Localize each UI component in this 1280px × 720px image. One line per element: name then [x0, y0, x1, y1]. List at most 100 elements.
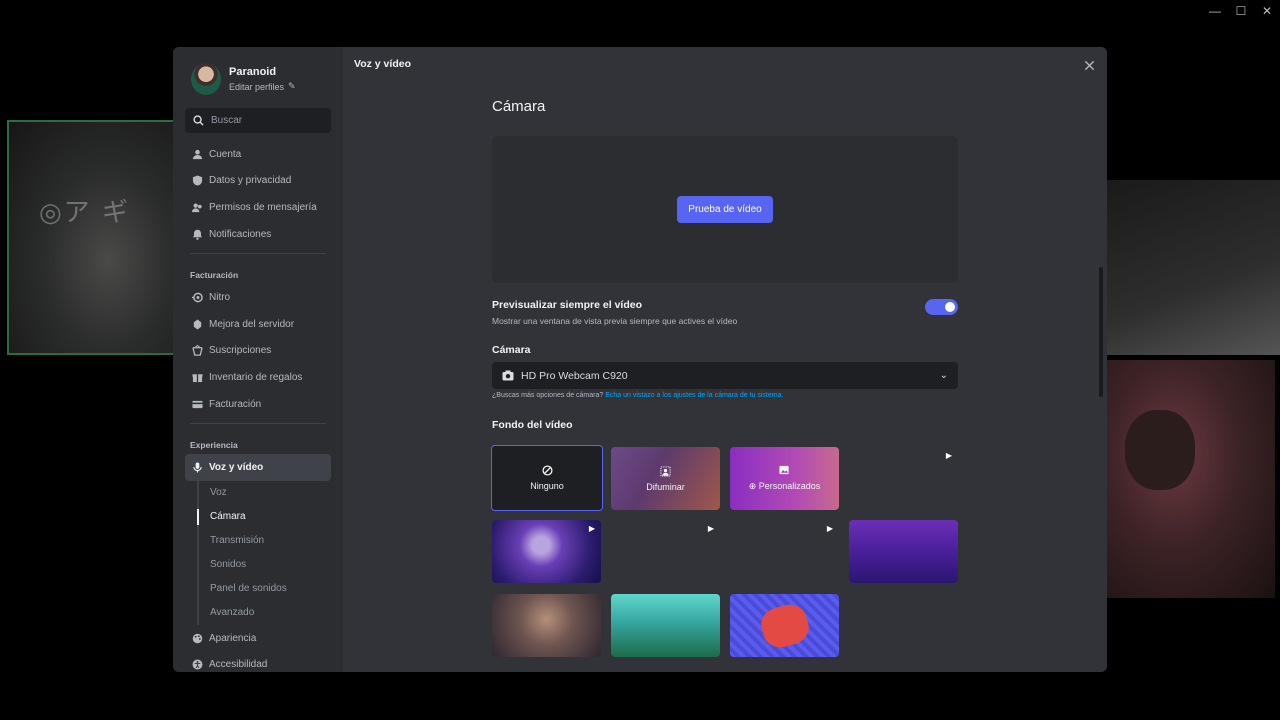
- sidebar-item-label: Accesibilidad: [209, 659, 268, 671]
- bg-option-island[interactable]: [611, 594, 720, 657]
- none-icon: [541, 465, 553, 476]
- minimize-icon[interactable]: —: [1202, 0, 1228, 22]
- sub-item-sonidos[interactable]: Sonidos: [199, 553, 331, 577]
- divider: [190, 253, 326, 255]
- pattern-graphic: [757, 600, 812, 651]
- nitro-icon: [191, 292, 203, 304]
- video-background-label: Fondo del vídeo: [492, 419, 573, 431]
- settings-window: Paranoid Editar perfiles ✎ Buscar Cuenta…: [173, 47, 1107, 672]
- experience-header: Experiencia: [190, 440, 238, 451]
- sidebar-item-facturacion[interactable]: Facturación: [185, 391, 331, 418]
- sub-item-avanzado[interactable]: Avanzado: [199, 601, 331, 625]
- os-window-controls: — ☐ ✕: [1202, 0, 1280, 22]
- maximize-icon[interactable]: ☐: [1228, 0, 1254, 22]
- search-placeholder: Buscar: [211, 115, 243, 126]
- play-icon: ▶: [588, 524, 595, 533]
- camera-hint-text: ¿Buscas más opciones de cámara?: [492, 392, 604, 399]
- user-icon: [191, 148, 203, 160]
- user-profile[interactable]: Paranoid Editar perfiles ✎: [191, 63, 296, 95]
- add-image-icon: [779, 465, 789, 475]
- camera-select[interactable]: HD Pro Webcam C920 ⌄: [492, 362, 958, 389]
- sidebar-item-permisos[interactable]: Permisos de mensajería: [185, 194, 331, 221]
- sidebar-item-label: Notificaciones: [209, 228, 272, 240]
- close-button[interactable]: [1081, 57, 1097, 73]
- blur-icon: [660, 465, 671, 477]
- sidebar-item-nitro[interactable]: Nitro: [185, 284, 331, 311]
- sidebar-item-label: Voz y vídeo: [209, 462, 264, 474]
- webcam-feed-left: ◎ア ギ: [7, 120, 177, 355]
- sub-item-panel-sonidos[interactable]: Panel de sonidos: [199, 577, 331, 601]
- bg-option-animated[interactable]: ▶: [849, 447, 958, 510]
- always-preview-label: Previsualizar siempre el vídeo: [492, 299, 642, 311]
- bg-option-animated[interactable]: ▶: [730, 520, 839, 583]
- bg-option-city[interactable]: [849, 520, 958, 583]
- sidebar-item-label: Apariencia: [209, 632, 257, 644]
- webcam-feed-right-top: [1105, 180, 1280, 355]
- sidebar-item-privacidad[interactable]: Datos y privacidad: [185, 168, 331, 195]
- always-preview-toggle[interactable]: [925, 299, 958, 315]
- bg-option-label: Ninguno: [530, 481, 564, 491]
- pencil-icon: ✎: [288, 81, 296, 91]
- section-title: Cámara: [492, 98, 546, 115]
- sidebar-item-inventario[interactable]: Inventario de regalos: [185, 364, 331, 391]
- sidebar-item-accesibilidad[interactable]: Accesibilidad: [185, 652, 331, 672]
- play-icon: ▶: [826, 524, 833, 533]
- bg-option-animated[interactable]: ▶: [611, 520, 720, 583]
- sidebar-item-apariencia[interactable]: Apariencia: [185, 625, 331, 652]
- sidebar-item-label: Cuenta: [209, 148, 242, 160]
- sub-item-transmision[interactable]: Transmisión: [199, 529, 331, 553]
- sidebar-item-notificaciones[interactable]: Notificaciones: [185, 221, 331, 248]
- divider: [190, 423, 326, 425]
- microphone-icon: [191, 462, 203, 474]
- bg-option-pattern[interactable]: [730, 594, 839, 657]
- bg-option-label: Difuminar: [646, 481, 685, 492]
- bg-option-custom[interactable]: ⊕ Personalizados: [730, 447, 839, 510]
- close-window-icon[interactable]: ✕: [1254, 0, 1280, 22]
- sidebar-item-mejora-servidor[interactable]: Mejora del servidor: [185, 311, 331, 338]
- scrollbar[interactable]: [1099, 267, 1103, 397]
- sub-item-voz[interactable]: Voz: [199, 481, 331, 505]
- always-preview-setting: Previsualizar siempre el vídeo Mostrar u…: [492, 299, 958, 326]
- sidebar-item-voz-video[interactable]: Voz y vídeo: [185, 454, 331, 481]
- always-preview-description: Mostrar una ventana de vista previa siem…: [492, 316, 738, 326]
- sidebar-item-suscripciones[interactable]: Suscripciones: [185, 338, 331, 365]
- play-icon: ▶: [707, 524, 714, 533]
- chevron-down-icon: ⌄: [939, 370, 948, 381]
- test-video-button[interactable]: Prueba de vídeo: [677, 196, 773, 223]
- search-input[interactable]: Buscar: [185, 108, 331, 133]
- subscriptions-icon: [191, 345, 203, 357]
- bg-custom-text: Personalizados: [758, 481, 821, 491]
- sidebar-item-label: Facturación: [209, 398, 262, 410]
- play-icon: ▶: [945, 451, 952, 460]
- bg-option-cafe[interactable]: [492, 594, 601, 657]
- gift-icon: [191, 371, 203, 383]
- avatar: [191, 63, 221, 95]
- sidebar-item-label: Suscripciones: [209, 345, 272, 357]
- boost-icon: [191, 318, 203, 330]
- bg-option-label: ⊕ Personalizados: [748, 481, 821, 491]
- system-camera-settings-link[interactable]: Echa un vistazo a los ajustes de la cáma…: [605, 392, 783, 399]
- bg-option-space[interactable]: ▶: [492, 520, 601, 583]
- voice-video-submenu: Voz Cámara Transmisión Sonidos Panel de …: [197, 480, 331, 625]
- billing-header: Facturación: [190, 270, 239, 281]
- sidebar-item-label: Permisos de mensajería: [209, 201, 317, 213]
- bg-option-none[interactable]: Ninguno: [491, 445, 603, 511]
- camera-label: Cámara: [492, 344, 531, 356]
- settings-nav: Cuenta Datos y privacidad Permisos de me…: [185, 141, 331, 672]
- sub-item-camara[interactable]: Cámara: [197, 505, 331, 529]
- search-icon: [193, 115, 204, 126]
- profile-name: Paranoid: [229, 66, 277, 78]
- bg-option-blur[interactable]: Difuminar: [611, 447, 720, 510]
- person-silhouette: [1125, 410, 1195, 490]
- edit-profiles-label: Editar perfiles: [229, 81, 285, 92]
- edit-profiles-link[interactable]: Editar perfiles ✎: [229, 81, 296, 92]
- sidebar-item-label: Mejora del servidor: [209, 318, 295, 330]
- accessibility-icon: [191, 659, 203, 671]
- sidebar-item-cuenta[interactable]: Cuenta: [185, 141, 331, 168]
- video-preview-box: Prueba de vídeo: [492, 136, 958, 283]
- billing-icon: [191, 398, 203, 410]
- bell-icon: [191, 228, 203, 240]
- webcam-overlay-graphic: ◎ア ギ: [39, 198, 130, 228]
- camera-icon: [502, 370, 514, 381]
- palette-icon: [191, 632, 203, 644]
